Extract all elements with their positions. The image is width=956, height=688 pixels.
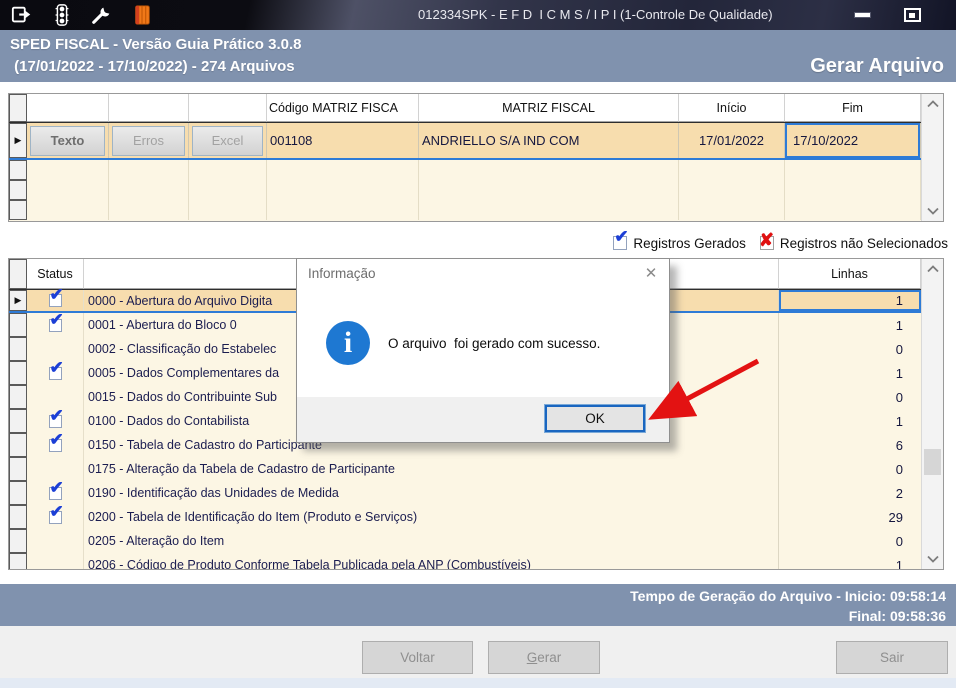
status-cell[interactable] <box>27 553 84 569</box>
registro-row[interactable]: 0175 - Alteração da Tabela de Cadastro d… <box>9 457 921 481</box>
current-row-indicator: ▶ <box>9 123 27 158</box>
files-grid-scrollbar[interactable] <box>921 94 943 221</box>
checked-checkbox-icon: ✔ <box>48 359 64 380</box>
ok-button[interactable]: OK <box>544 404 646 433</box>
titlebar: 012334SPK - E F D I C M S / I P I (1-Con… <box>0 0 956 30</box>
app-window: 012334SPK - E F D I C M S / I P I (1-Con… <box>0 0 956 688</box>
header-band: SPED FISCAL - Versão Guia Prático 3.0.8 … <box>0 30 956 82</box>
registro-row[interactable]: 0205 - Alteração do Item 0 <box>9 529 921 553</box>
scroll-down-icon[interactable] <box>922 549 943 569</box>
legend: ✔ Registros Gerados ✘ Registros não Sele… <box>613 227 948 255</box>
app-subtitle-line1: SPED FISCAL - Versão Guia Prático 3.0.8 <box>10 36 302 53</box>
status-line2: Final: 09:58:36 <box>848 608 946 624</box>
info-icon: i <box>326 321 370 365</box>
status-bar: Tempo de Geração do Arquivo - Inicio: 09… <box>0 584 956 626</box>
checked-checkbox-icon: ✔ <box>48 311 64 332</box>
status-cell[interactable]: ✔ <box>27 286 84 311</box>
minimize-button[interactable] <box>846 0 878 30</box>
files-grid: Código MATRIZ FISCA MATRIZ FISCAL Início… <box>8 93 944 222</box>
red-x-checkbox-icon: ✘ <box>758 230 774 250</box>
cell-matriz[interactable]: ANDRIELLO S/A IND COM <box>419 123 679 158</box>
checked-checkbox-icon: ✔ <box>48 431 64 452</box>
export-icon[interactable] <box>10 3 34 27</box>
erros-button[interactable]: Erros <box>112 125 185 156</box>
scrollbar-thumb[interactable] <box>924 449 941 475</box>
checked-checkbox-icon: ✔ <box>48 503 64 524</box>
excel-button[interactable]: Excel <box>192 125 263 156</box>
registro-row[interactable]: ✔ 0200 - Tabela de Identificação do Item… <box>9 503 921 529</box>
app-subtitle-line2: (17/01/2022 - 17/10/2022) - 274 Arquivos <box>10 58 295 75</box>
checked-checkbox-icon: ✔ <box>48 479 64 500</box>
wrench-icon[interactable] <box>90 3 114 27</box>
voltar-button[interactable]: Voltar <box>362 641 473 674</box>
status-cell[interactable]: ✔ <box>27 431 84 457</box>
checked-checkbox-icon: ✔ <box>613 228 629 250</box>
column-header-matriz[interactable]: MATRIZ FISCAL <box>419 94 679 122</box>
current-row-indicator: ▶ <box>9 290 27 311</box>
bottom-strip <box>0 678 956 688</box>
dialog-title: Informação <box>308 265 376 281</box>
window-title: 012334SPK - E F D I C M S / I P I (1-Con… <box>418 7 773 22</box>
scroll-up-icon[interactable] <box>922 94 943 114</box>
footer: Voltar Gerar Sair <box>0 626 956 688</box>
scroll-up-icon[interactable] <box>922 259 943 279</box>
page-title: Gerar Arquivo <box>810 55 944 77</box>
texto-button[interactable]: Texto <box>30 125 105 156</box>
legend-nao-selecionados: ✘ Registros não Selecionados <box>758 230 948 251</box>
status-cell[interactable]: ✔ <box>27 503 84 529</box>
status-line1: Tempo de Geração do Arquivo - Inicio: 09… <box>630 588 946 604</box>
status-cell[interactable]: ✔ <box>27 311 84 337</box>
maximize-button[interactable] <box>896 0 928 30</box>
dialog-footer: OK <box>297 397 669 442</box>
close-icon[interactable]: ✕ <box>639 261 663 285</box>
registros-grid-scrollbar[interactable] <box>921 259 943 569</box>
scroll-down-icon[interactable] <box>922 201 943 221</box>
traffic-light-icon[interactable] <box>50 3 74 27</box>
info-dialog: Informação ✕ i O arquivo foi gerado com … <box>296 258 670 443</box>
status-cell[interactable] <box>27 529 84 553</box>
cell-inicio[interactable]: 17/01/2022 <box>679 123 785 158</box>
column-header-linhas[interactable]: Linhas <box>779 259 921 289</box>
registro-row[interactable]: ✔ 0190 - Identificação das Unidades de M… <box>9 479 921 505</box>
gerar-button[interactable]: Gerar <box>488 641 600 674</box>
notebook-icon[interactable] <box>130 3 154 27</box>
column-header-codigo[interactable]: Código MATRIZ FISCA <box>267 94 419 122</box>
cell-codigo[interactable]: 001108 <box>267 123 419 158</box>
registro-row[interactable]: 0206 - Código de Produto Conforme Tabela… <box>9 553 921 569</box>
dialog-message: O arquivo foi gerado com sucesso. <box>388 335 601 351</box>
file-row[interactable]: ▶ Texto Erros Excel 001108 ANDRIELLO S/A… <box>9 122 921 160</box>
sair-button[interactable]: Sair <box>836 641 948 674</box>
column-header-inicio[interactable]: Início <box>679 94 785 122</box>
checked-checkbox-icon: ✔ <box>48 407 64 428</box>
column-header-fim[interactable]: Fim <box>785 94 921 122</box>
checked-checkbox-icon: ✔ <box>48 286 64 307</box>
row-indicator-header <box>9 94 27 122</box>
cell-fim[interactable]: 17/10/2022 <box>785 123 921 158</box>
legend-gerados: ✔ Registros Gerados <box>613 227 746 251</box>
status-cell[interactable]: ✔ <box>27 359 84 385</box>
